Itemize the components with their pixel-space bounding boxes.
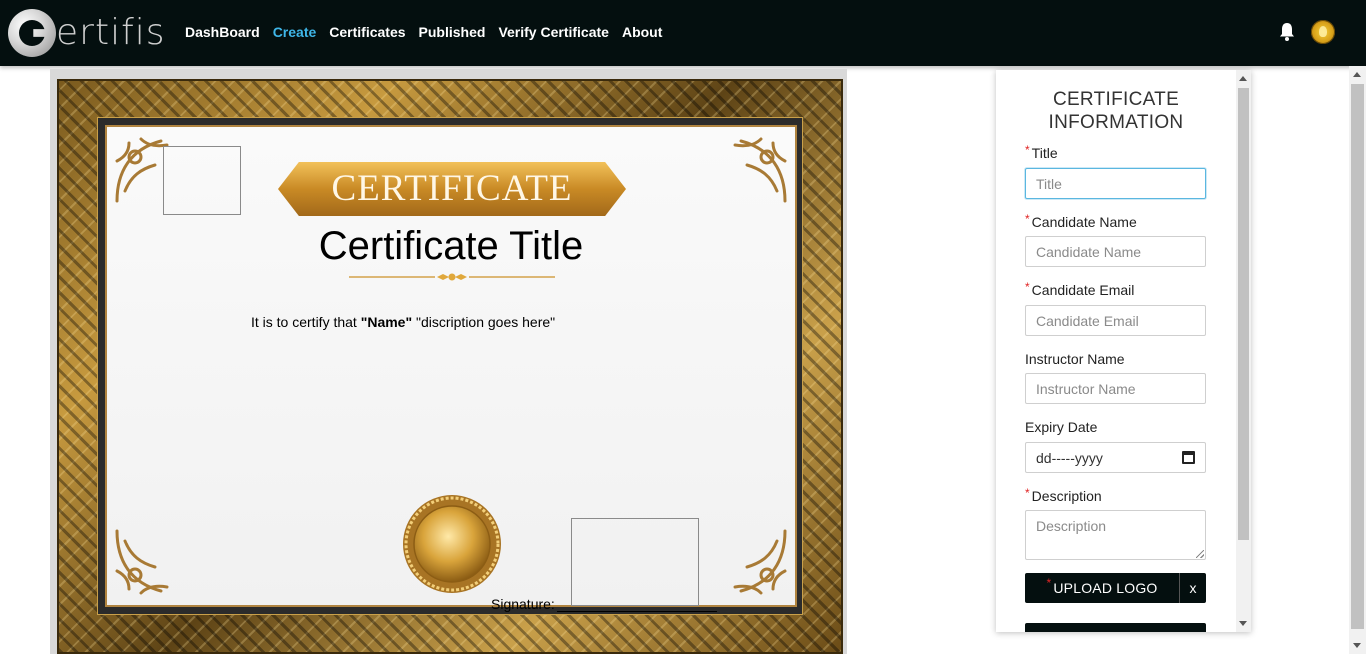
required-marker: * — [1025, 280, 1030, 294]
candidate-email-input[interactable] — [1025, 305, 1206, 336]
body-suffix: "discription goes here" — [412, 314, 556, 330]
upload-logo-label: UPLOAD LOGO — [1053, 580, 1158, 596]
panel-title: CERTIFICATE INFORMATION — [1048, 89, 1184, 133]
body-prefix: It is to certify that — [251, 314, 361, 330]
description-label: * Description — [1025, 486, 1102, 506]
description-textarea[interactable] — [1025, 510, 1206, 560]
corner-ornament-icon — [733, 529, 787, 595]
description-label-text: Description — [1031, 488, 1102, 504]
nav-published[interactable]: Published — [419, 22, 486, 42]
next-upload-button[interactable] — [1025, 623, 1206, 632]
title-input[interactable] — [1025, 168, 1206, 199]
logo-c-icon — [8, 9, 56, 57]
expiry-date-placeholder: dd-----yyyy — [1036, 449, 1103, 466]
instructor-name-input[interactable] — [1025, 373, 1206, 404]
clear-logo-button[interactable]: x — [1180, 573, 1206, 603]
certificate-logo-placeholder — [163, 146, 241, 215]
certificate-preview: CERTIFICATE Certificate Title It is to c… — [50, 69, 847, 654]
required-marker: * — [1025, 143, 1030, 157]
required-marker: * — [1025, 486, 1030, 500]
scroll-up-icon[interactable] — [1239, 76, 1247, 81]
user-avatar[interactable] — [1311, 20, 1335, 44]
candidate-email-label: * Candidate Email — [1025, 280, 1135, 300]
nav-certificates[interactable]: Certificates — [329, 22, 405, 42]
nav-create[interactable]: Create — [273, 22, 317, 42]
corner-ornament-icon — [115, 529, 169, 595]
top-navbar: ertifis DashBoard Create Certificates Pu… — [0, 0, 1366, 66]
certificate-paper: CERTIFICATE Certificate Title It is to c… — [105, 125, 797, 612]
page-scrollbar[interactable] — [1349, 66, 1366, 654]
certificate-body: It is to certify that "Name" "discriptio… — [251, 313, 555, 331]
candidate-name-label: * Candidate Name — [1025, 212, 1137, 232]
form-container: CERTIFICATE INFORMATION *Title *Candidat… — [996, 70, 1236, 632]
page-scroll-thumb[interactable] — [1351, 84, 1364, 629]
page-scroll-down-icon[interactable] — [1353, 643, 1361, 648]
main-nav: DashBoard Create Certificates Published … — [185, 22, 675, 42]
signature-placeholder — [571, 518, 699, 606]
nav-about[interactable]: About — [622, 22, 662, 42]
brand-logo[interactable]: ertifis — [8, 9, 166, 57]
instructor-name-label: Instructor Name — [1025, 351, 1125, 367]
expiry-date-label: Expiry Date — [1025, 419, 1098, 435]
certificate-title: Certificate Title — [318, 224, 584, 268]
page-scroll-up-icon[interactable] — [1353, 72, 1361, 77]
corner-ornament-icon — [733, 137, 787, 203]
resize-grip-icon[interactable] — [1196, 550, 1204, 558]
calendar-icon[interactable] — [1182, 451, 1195, 464]
scroll-down-icon[interactable] — [1239, 621, 1247, 626]
body-name: "Name" — [360, 314, 413, 330]
certificate-banner: CERTIFICATE — [278, 162, 626, 216]
nav-verify-certificate[interactable]: Verify Certificate — [498, 22, 609, 42]
candidate-name-label-text: Candidate Name — [1031, 214, 1137, 230]
certificate-info-panel: CERTIFICATE INFORMATION *Title *Candidat… — [996, 70, 1251, 632]
signature-label: Signature: — [491, 596, 555, 612]
candidate-name-input[interactable] — [1025, 236, 1206, 267]
bell-icon[interactable] — [1278, 22, 1296, 42]
signature-line — [557, 611, 717, 612]
panel-scrollbar[interactable] — [1236, 70, 1251, 632]
required-marker: * — [1025, 212, 1030, 226]
certificate-banner-text: CERTIFICATE — [331, 168, 573, 209]
gold-seal-icon — [403, 495, 501, 593]
brand-name: ertifis — [56, 12, 166, 53]
upload-logo-button[interactable]: * UPLOAD LOGO x — [1025, 573, 1206, 603]
candidate-email-label-text: Candidate Email — [1031, 282, 1135, 298]
expiry-date-input[interactable]: dd-----yyyy — [1025, 442, 1206, 473]
required-marker: * — [1046, 576, 1052, 590]
panel-scroll-thumb[interactable] — [1238, 88, 1249, 540]
nav-dashboard[interactable]: DashBoard — [185, 22, 260, 42]
ornamental-divider-icon — [349, 273, 555, 281]
upload-logo-main[interactable]: * UPLOAD LOGO — [1025, 573, 1180, 603]
title-label: * Title — [1025, 143, 1058, 163]
title-label-text: Title — [1031, 145, 1058, 161]
